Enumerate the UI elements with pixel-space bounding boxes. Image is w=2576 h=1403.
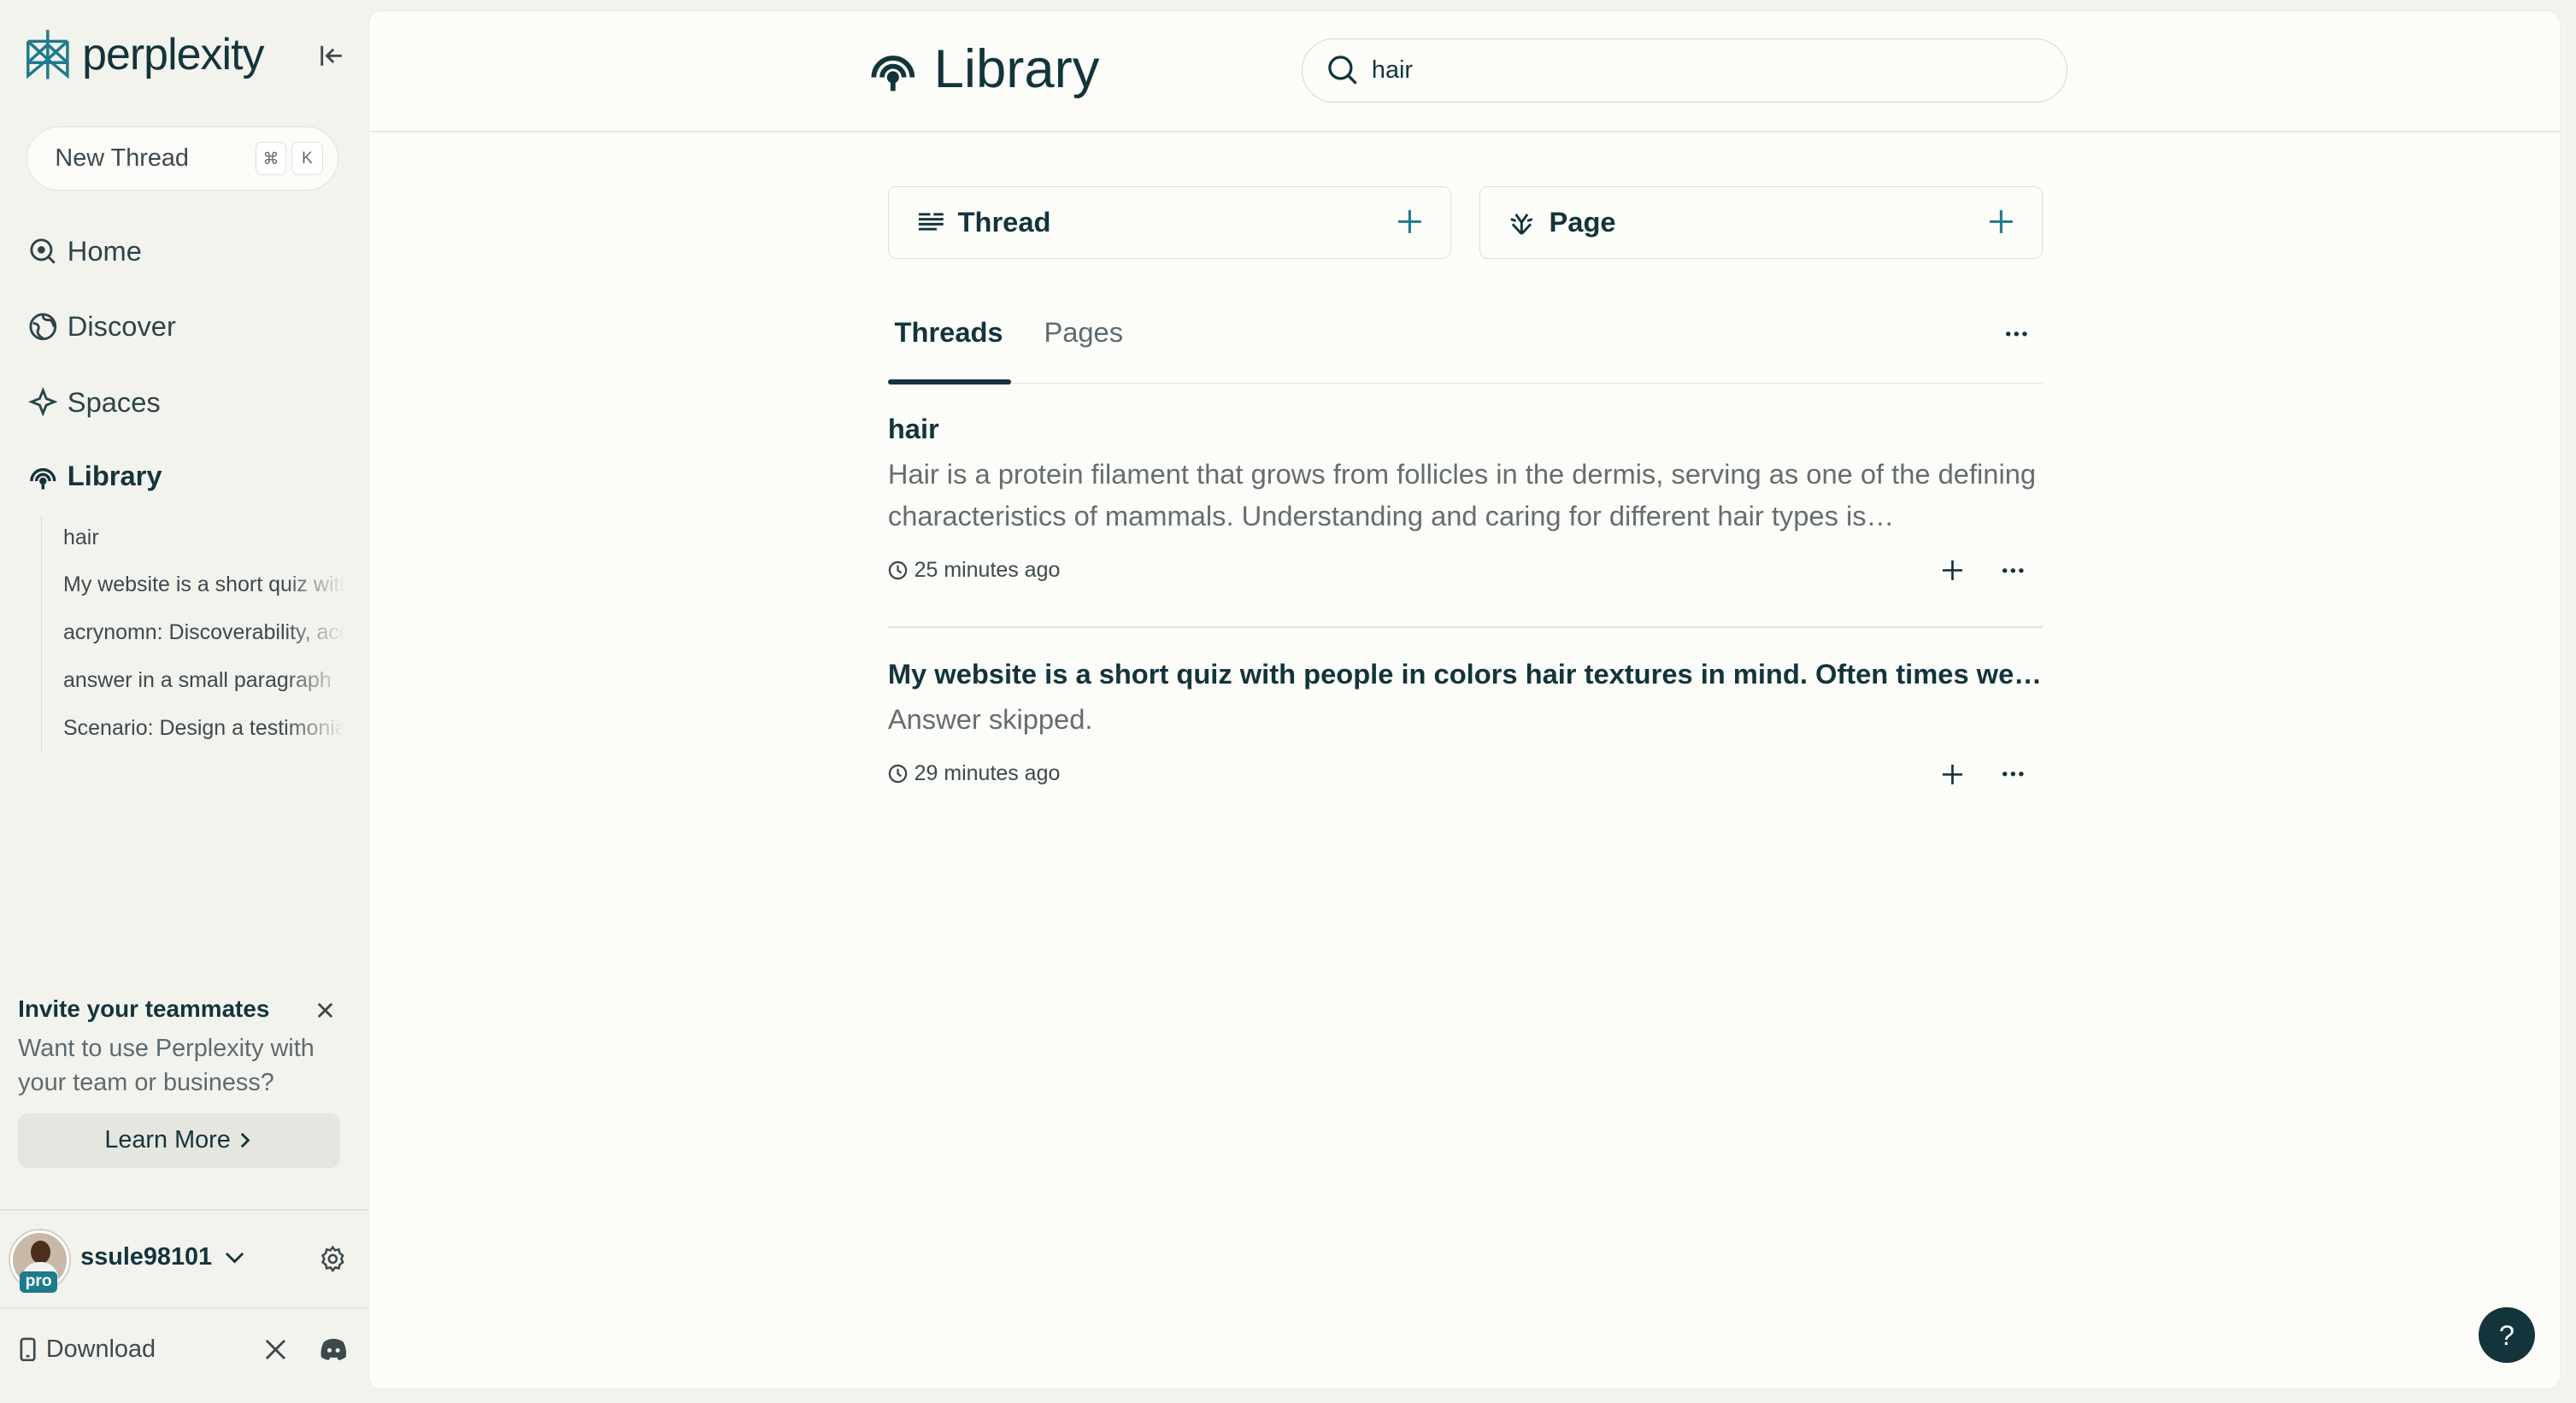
perplexity-logo-icon bbox=[23, 26, 73, 82]
shortcut-mod-key: ⌘ bbox=[255, 142, 287, 175]
thread-title[interactable]: hair bbox=[888, 413, 2043, 445]
thread-more-icon[interactable] bbox=[1998, 769, 2028, 779]
sidebar-item-label: Library bbox=[67, 460, 162, 492]
clock-icon bbox=[888, 764, 908, 784]
tab-pages[interactable]: Pages bbox=[1044, 316, 1123, 349]
page-title: Library bbox=[868, 38, 1100, 100]
header-divider bbox=[368, 130, 2561, 132]
thread-snippet: Hair is a protein filament that grows fr… bbox=[887, 458, 2037, 531]
invite-title: Invite your teammates bbox=[18, 995, 270, 1022]
shortcut-hint: ⌘ K bbox=[255, 142, 323, 175]
chevron-right-icon bbox=[237, 1130, 253, 1150]
thread-divider bbox=[887, 626, 2044, 629]
library-recent-list: hair My website is a short quiz with peo… bbox=[41, 514, 345, 753]
tab-label: Threads bbox=[894, 316, 1003, 349]
learn-more-button[interactable]: Learn More bbox=[18, 1113, 340, 1168]
active-tab-indicator bbox=[887, 379, 1011, 385]
thread-time: 29 minutes ago bbox=[914, 760, 1061, 785]
search-icon bbox=[1327, 55, 1359, 86]
search-input[interactable] bbox=[1371, 56, 1997, 85]
home-search-icon bbox=[28, 237, 58, 267]
clock-icon bbox=[888, 561, 908, 580]
pro-badge: pro bbox=[20, 1271, 58, 1293]
thread-timestamp: 25 minutes ago bbox=[888, 558, 1060, 583]
collapse-sidebar-icon[interactable] bbox=[315, 41, 348, 71]
more-options-icon[interactable] bbox=[2002, 329, 2032, 339]
globe-icon bbox=[28, 312, 58, 342]
discord-icon[interactable] bbox=[319, 1337, 349, 1362]
library-recent-item[interactable]: answer in a small paragraph bbox=[42, 657, 345, 705]
library-recent-item[interactable]: Scenario: Design a testimonial bbox=[42, 705, 345, 753]
username: ssule98101 bbox=[80, 1242, 213, 1271]
new-thread-label: New Thread bbox=[55, 144, 189, 172]
sidebar-item-label: Spaces bbox=[67, 385, 161, 418]
thread-time: 25 minutes ago bbox=[914, 557, 1061, 582]
sidebar-item-spaces[interactable]: Spaces bbox=[27, 385, 161, 419]
thread-timestamp: 29 minutes ago bbox=[888, 761, 1060, 786]
sidebar-item-label: Home bbox=[67, 234, 142, 267]
new-thread-button[interactable]: New Thread ⌘ K bbox=[26, 126, 338, 191]
brand-name: perplexity bbox=[82, 29, 264, 79]
thread-snippet: Answer skipped. bbox=[887, 702, 1093, 735]
thread-icon bbox=[917, 211, 945, 234]
close-icon[interactable] bbox=[314, 999, 337, 1022]
divider bbox=[0, 1208, 368, 1211]
library-recent-item[interactable]: My website is a short quiz with people i… bbox=[42, 561, 345, 609]
avatar-head-shape bbox=[30, 1241, 50, 1265]
sidebar-item-label: Discover bbox=[67, 310, 176, 343]
page-icon bbox=[1508, 209, 1536, 236]
plus-icon bbox=[1988, 208, 2014, 235]
x-twitter-icon[interactable] bbox=[263, 1337, 288, 1362]
help-button[interactable]: ? bbox=[2479, 1306, 2535, 1364]
user-menu[interactable]: ssule98101 bbox=[80, 1243, 244, 1271]
sidebar: perplexity New Thread ⌘ K Home Discover bbox=[0, 0, 368, 1403]
brand-logo[interactable]: perplexity bbox=[23, 26, 264, 82]
new-page-card[interactable]: Page bbox=[1479, 186, 2044, 259]
divider bbox=[0, 1306, 368, 1309]
new-page-card-label: Page bbox=[1549, 206, 1616, 238]
spaces-icon bbox=[27, 387, 58, 417]
download-label: Download bbox=[45, 1335, 156, 1363]
chevron-down-icon bbox=[225, 1251, 244, 1264]
download-link[interactable]: Download bbox=[18, 1335, 156, 1364]
search-box[interactable] bbox=[1302, 38, 2067, 103]
tab-label: Pages bbox=[1044, 316, 1124, 349]
learn-more-label: Learn More bbox=[104, 1126, 231, 1154]
page-title-text: Library bbox=[933, 39, 1100, 100]
library-recent-item[interactable]: hair bbox=[42, 514, 345, 562]
gear-icon[interactable] bbox=[319, 1245, 347, 1273]
invite-text: Want to use Perplexity with your team or… bbox=[18, 1035, 315, 1097]
thread-title[interactable]: My website is a short quiz with people i… bbox=[888, 658, 2043, 690]
sidebar-item-home[interactable]: Home bbox=[28, 235, 142, 267]
new-thread-card[interactable]: Thread bbox=[887, 186, 1452, 259]
thread-more-icon[interactable] bbox=[1998, 566, 2028, 576]
main-panel: Library Thread Page bbox=[368, 9, 2561, 1389]
library-icon bbox=[868, 44, 918, 94]
library-tabs: Threads Pages bbox=[887, 306, 2044, 385]
library-icon bbox=[28, 461, 58, 491]
add-to-space-icon[interactable] bbox=[1941, 559, 1964, 582]
new-thread-card-label: Thread bbox=[957, 206, 1051, 238]
add-to-space-icon[interactable] bbox=[1941, 763, 1964, 786]
sidebar-item-library[interactable]: Library bbox=[28, 460, 162, 492]
sidebar-item-discover[interactable]: Discover bbox=[28, 310, 176, 343]
phone-icon bbox=[18, 1337, 38, 1362]
library-recent-item[interactable]: acrynomn: Discoverability, accessibility bbox=[42, 609, 345, 657]
tab-threads[interactable]: Threads bbox=[895, 316, 1003, 349]
plus-icon bbox=[1397, 208, 1423, 235]
shortcut-k-key: K bbox=[291, 142, 323, 175]
